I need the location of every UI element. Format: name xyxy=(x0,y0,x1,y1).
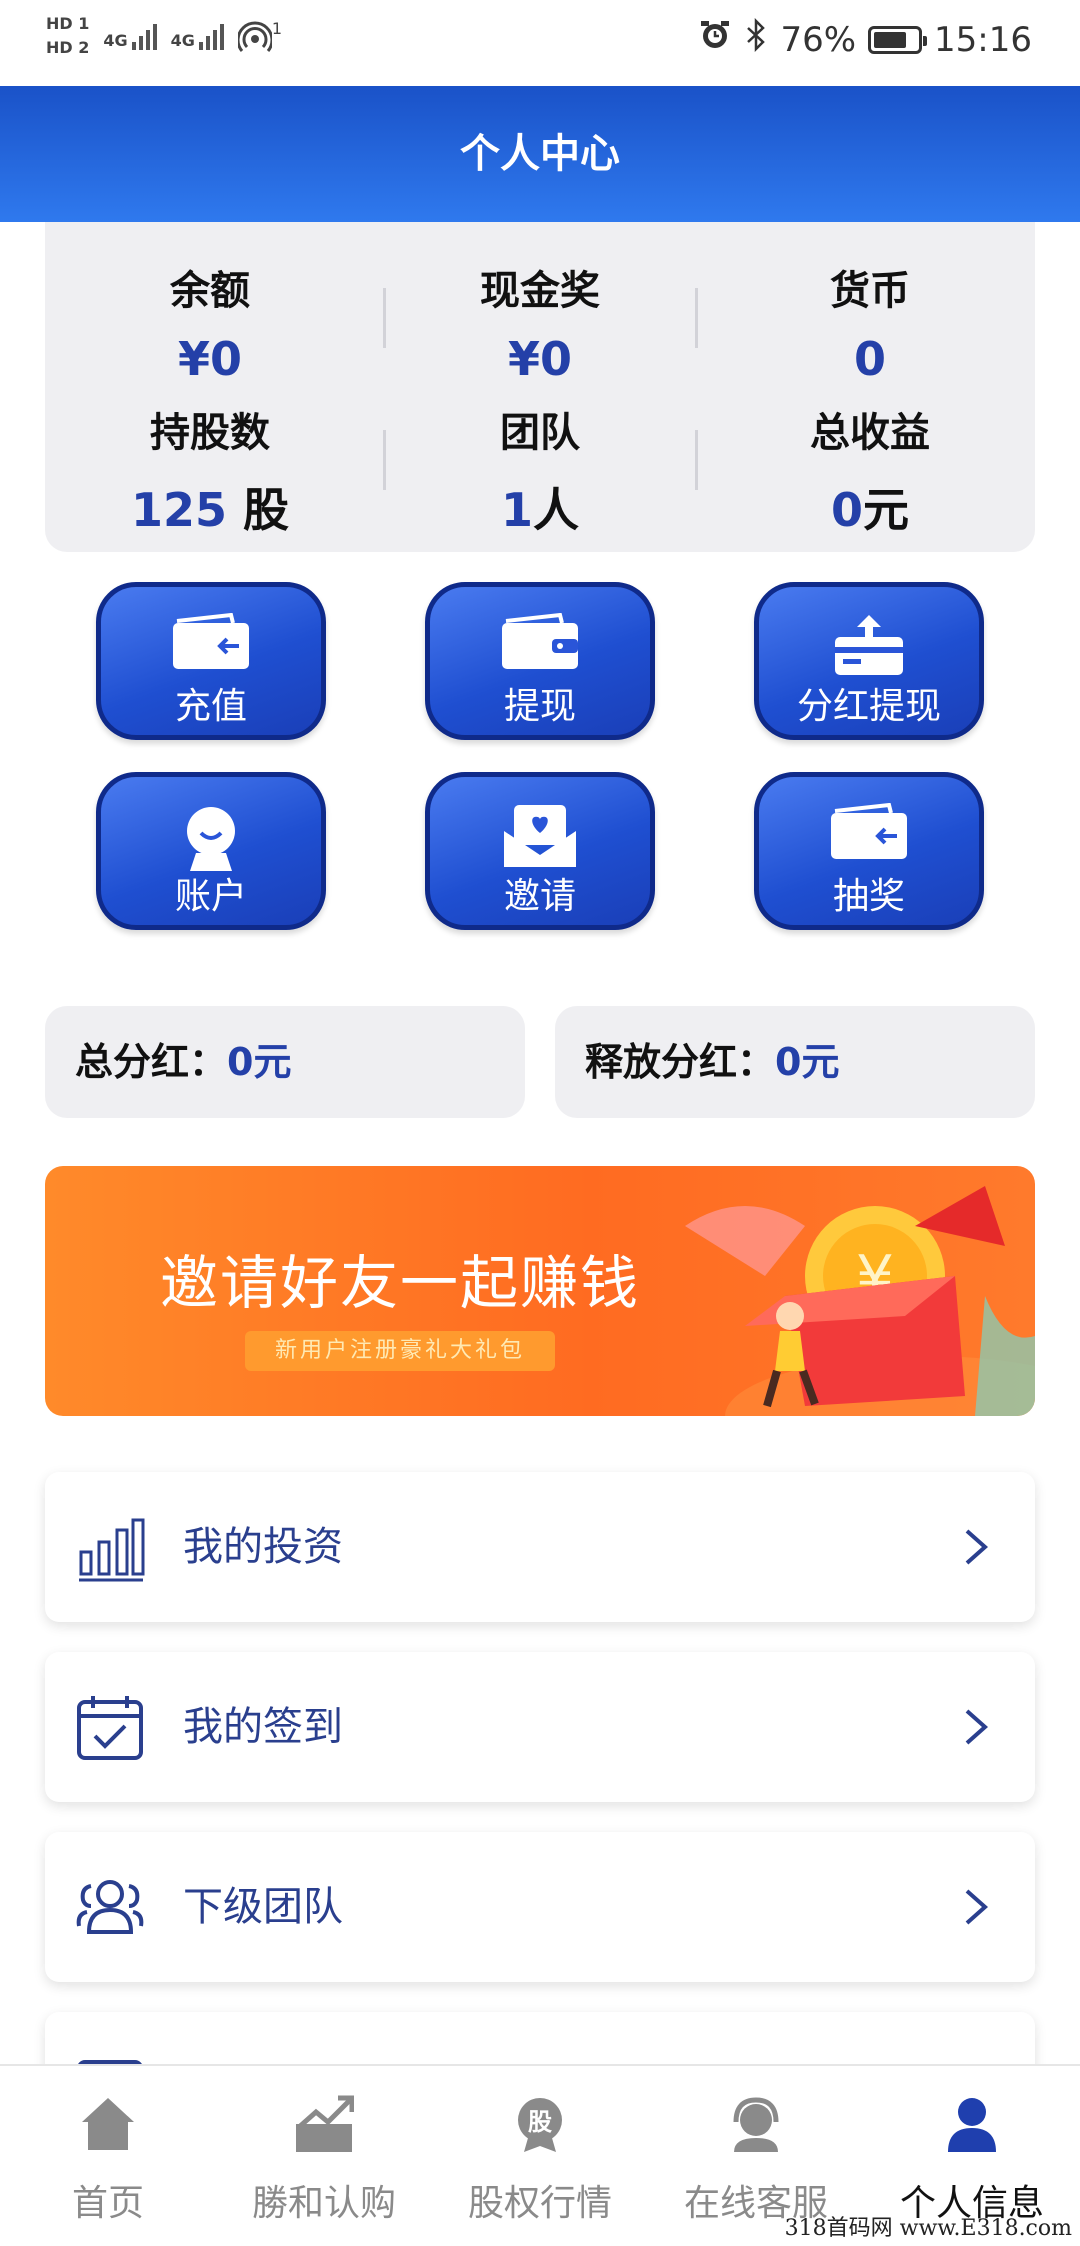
tab-subscribe[interactable]: 勝和认购 xyxy=(216,2066,432,2246)
divider xyxy=(695,430,698,490)
withdraw-button[interactable]: 提现 xyxy=(425,582,655,740)
status-bar: HD 1 HD 2 4G 4G 1 76% 15:16 xyxy=(0,0,1080,86)
page-title: 个人中心 xyxy=(0,86,1080,222)
menu-item-my-checkin[interactable]: 我的签到 xyxy=(45,1652,1035,1802)
hotspot-count: 1 xyxy=(272,19,282,38)
user-profile-icon xyxy=(942,2094,1002,2154)
stat-unit: 元 xyxy=(863,483,909,537)
invite-envelope-icon xyxy=(430,803,650,867)
tab-label: 勝和认购 xyxy=(216,2174,432,2226)
stat-unit: 股 xyxy=(227,483,289,537)
recharge-label: 充值 xyxy=(101,687,321,727)
stat-value: ¥0 xyxy=(45,332,375,386)
account-label: 账户 xyxy=(101,877,321,917)
wallet-icon xyxy=(101,613,321,677)
recharge-button[interactable]: 充值 xyxy=(96,582,326,740)
stat-cash-reward: 现金奖 ¥0 xyxy=(375,258,705,386)
home-icon xyxy=(78,2094,138,2154)
wallet-icon xyxy=(759,803,979,867)
hotspot-icon: 1 xyxy=(238,19,282,53)
withdraw-label: 提现 xyxy=(430,687,650,727)
stat-balance: 余额 ¥0 xyxy=(45,258,375,386)
wallet-icon xyxy=(430,613,650,677)
headset-icon xyxy=(726,2094,786,2154)
stat-value: 1 xyxy=(501,483,533,537)
network-type-1: 4G xyxy=(103,31,127,50)
stat-unit: 人 xyxy=(533,483,579,537)
chevron-right-icon xyxy=(955,1707,995,1747)
stat-value: 0 xyxy=(831,483,863,537)
chevron-right-icon xyxy=(955,1887,995,1927)
total-dividend-value: 0元 xyxy=(227,1040,291,1084)
stat-value: 125 xyxy=(131,483,227,537)
bluetooth-icon xyxy=(744,18,768,61)
dividend-withdraw-label: 分红提现 xyxy=(759,687,979,727)
stat-value: 0 xyxy=(705,332,1035,386)
tab-label: 股权行情 xyxy=(432,2174,648,2226)
released-dividend-value: 0元 xyxy=(775,1040,839,1084)
released-dividend-box: 释放分红：0元 xyxy=(555,1006,1035,1118)
total-dividend-box: 总分红：0元 xyxy=(45,1006,525,1118)
stat-label: 现金奖 xyxy=(375,258,705,316)
lottery-button[interactable]: 抽奖 xyxy=(754,772,984,930)
sim2-label: HD 2 xyxy=(46,38,89,58)
signal-bars-icon xyxy=(199,22,224,50)
signal-2: 4G xyxy=(171,22,224,50)
trend-chart-icon xyxy=(294,2094,354,2154)
stat-value-wrap: 0元 xyxy=(705,474,1035,540)
released-dividend-label: 释放分红： xyxy=(585,1040,775,1084)
banner-subtitle: 新用户注册豪礼大礼包 xyxy=(245,1331,555,1371)
menu-item-my-investment[interactable]: 我的投资 xyxy=(45,1472,1035,1622)
stat-label: 货币 xyxy=(705,258,1035,316)
stat-label: 余额 xyxy=(45,258,375,316)
stat-shares: 持股数 125 股 xyxy=(45,400,375,540)
user-icon xyxy=(101,803,321,867)
status-right: 76% 15:16 xyxy=(698,18,1032,61)
clock: 15:16 xyxy=(934,20,1032,60)
chevron-right-icon xyxy=(955,1527,995,1567)
stat-label: 总收益 xyxy=(705,400,1035,458)
stats-card: 余额 ¥0 现金奖 ¥0 货币 0 持股数 125 股 团队 1人 总收益 0元 xyxy=(45,222,1035,552)
menu-item-label: 我的投资 xyxy=(183,1472,343,1622)
stat-label: 持股数 xyxy=(45,400,375,458)
invite-label: 邀请 xyxy=(430,877,650,917)
account-button[interactable]: 账户 xyxy=(96,772,326,930)
tab-label: 首页 xyxy=(0,2174,216,2226)
sim1-label: HD 1 xyxy=(46,14,89,34)
battery-percent: 76% xyxy=(780,20,856,60)
menu-item-team[interactable]: 下级团队 xyxy=(45,1832,1035,1982)
network-type-2: 4G xyxy=(171,31,195,50)
menu-item-label: 我的签到 xyxy=(183,1652,343,1802)
lottery-label: 抽奖 xyxy=(759,877,979,917)
total-dividend-label: 总分红： xyxy=(75,1040,227,1084)
stat-value-wrap: 1人 xyxy=(375,474,705,540)
alarm-icon xyxy=(698,18,732,61)
invite-banner[interactable]: ¥ 邀请好友一起赚钱 新用户注册豪礼大礼包 xyxy=(45,1166,1035,1416)
stat-value: ¥0 xyxy=(375,332,705,386)
calendar-check-icon xyxy=(75,1692,145,1762)
upload-card-icon xyxy=(759,613,979,677)
team-icon xyxy=(75,1872,145,1942)
stat-team: 团队 1人 xyxy=(375,400,705,540)
menu-item-label: 下级团队 xyxy=(183,1832,343,1982)
tab-market[interactable]: 股 股权行情 xyxy=(432,2066,648,2246)
stat-total-income: 总收益 0元 xyxy=(705,400,1035,540)
bar-chart-icon xyxy=(75,1512,145,1582)
tab-home[interactable]: 首页 xyxy=(0,2066,216,2246)
market-icon-text: 股 xyxy=(432,2102,648,2137)
battery-icon xyxy=(868,26,922,54)
divider xyxy=(695,288,698,348)
banner-title: 邀请好友一起赚钱 xyxy=(160,1236,640,1320)
dividend-withdraw-button[interactable]: 分红提现 xyxy=(754,582,984,740)
stat-label: 团队 xyxy=(375,400,705,458)
sim-indicators: HD 1 HD 2 xyxy=(46,14,89,58)
invite-button[interactable]: 邀请 xyxy=(425,772,655,930)
stat-currency: 货币 0 xyxy=(705,258,1035,386)
watermark: 318首码网 www.E318.com xyxy=(785,2210,1072,2242)
stat-value-wrap: 125 股 xyxy=(45,474,375,540)
signal-1: 4G xyxy=(103,22,156,50)
status-left: HD 1 HD 2 4G 4G 1 xyxy=(46,14,282,58)
signal-bars-icon xyxy=(132,22,157,50)
